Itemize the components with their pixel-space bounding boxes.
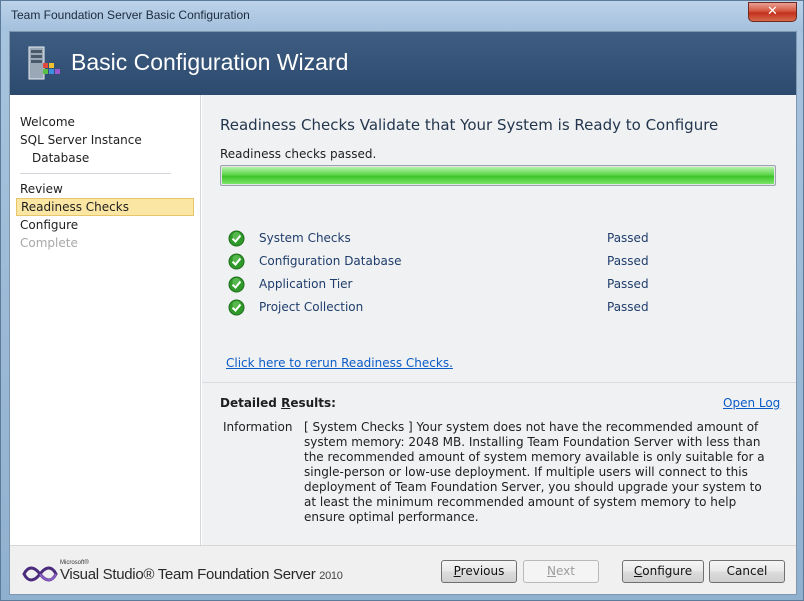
check-passed-icon [228, 253, 245, 270]
wizard-footer: Microsoft® Visual Studio® Team Foundatio… [10, 545, 796, 594]
next-button: Next [523, 560, 599, 583]
main-panel: Readiness Checks Validate that Your Syst… [202, 95, 796, 545]
configure-rest: onfigure [642, 564, 693, 578]
server-icon [28, 46, 60, 80]
check-status: Passed [607, 300, 649, 314]
check-status: Passed [607, 254, 649, 268]
client-area: Basic Configuration Wizard Welcome SQL S… [9, 31, 797, 595]
nav-item-welcome[interactable]: Welcome [20, 113, 75, 131]
check-status: Passed [607, 231, 649, 245]
cancel-button[interactable]: Cancel [709, 560, 785, 583]
next-accel: N [547, 564, 556, 578]
wizard-banner: Basic Configuration Wizard [10, 32, 796, 95]
next-rest: ext [556, 564, 575, 578]
results-title-accel: R [281, 396, 291, 410]
close-button[interactable]: ✕ [748, 2, 797, 22]
window-title: Team Foundation Server Basic Configurati… [11, 8, 250, 22]
page-title: Readiness Checks Validate that Your Syst… [220, 116, 719, 134]
result-severity-label: Information [223, 420, 293, 434]
detailed-results-title: Detailed Results: [220, 396, 336, 410]
check-row-project-collection: Project Collection Passed [228, 298, 788, 318]
progress-bar [220, 165, 776, 186]
wizard-nav: Welcome SQL Server Instance Database Rev… [10, 95, 201, 545]
status-text: Readiness checks passed. [220, 147, 377, 161]
logo-product-name: Visual Studio® Team Foundation Server 20… [60, 566, 343, 583]
check-label: System Checks [259, 231, 351, 245]
check-row-application-tier: Application Tier Passed [228, 275, 788, 295]
progress-fill [222, 167, 774, 184]
configure-button[interactable]: Configure [622, 560, 704, 583]
check-status: Passed [607, 277, 649, 291]
check-label: Application Tier [259, 277, 353, 291]
nav-item-readiness-checks[interactable]: Readiness Checks [16, 198, 194, 216]
nav-separator [20, 173, 171, 174]
wizard-title: Basic Configuration Wizard [71, 49, 349, 75]
previous-button[interactable]: Previous [441, 560, 517, 583]
logo-product-text: Visual Studio® Team Foundation Server [60, 566, 316, 583]
nav-item-sql-server-instance[interactable]: SQL Server Instance [20, 131, 142, 149]
check-row-configuration-database: Configuration Database Passed [228, 252, 788, 272]
check-passed-icon [228, 276, 245, 293]
result-message: [ System Checks ] Your system does not h… [304, 420, 765, 524]
nav-item-configure[interactable]: Configure [20, 216, 78, 234]
rerun-readiness-checks-link[interactable]: Click here to rerun Readiness Checks. [226, 356, 453, 370]
nav-item-review[interactable]: Review [20, 180, 63, 198]
nav-item-database[interactable]: Database [32, 149, 89, 167]
check-passed-icon [228, 299, 245, 316]
logo-year: 2010 [319, 570, 343, 582]
results-separator [202, 382, 796, 383]
previous-accel: P [453, 564, 461, 578]
visual-studio-logo-icon [22, 566, 58, 582]
product-logo: Microsoft® Visual Studio® Team Foundatio… [22, 560, 343, 586]
check-passed-icon [228, 230, 245, 247]
check-label: Project Collection [259, 300, 364, 314]
previous-rest: revious [460, 564, 505, 578]
open-log-link[interactable]: Open Log [723, 396, 780, 410]
wizard-window: Team Foundation Server Basic Configurati… [0, 0, 804, 601]
title-bar[interactable]: Team Foundation Server Basic Configurati… [1, 1, 803, 31]
results-title-prefix: Detailed [220, 396, 282, 410]
check-row-system-checks: System Checks Passed [228, 229, 788, 249]
nav-item-complete: Complete [20, 236, 78, 250]
results-title-suffix: esults: [290, 396, 336, 410]
check-label: Configuration Database [259, 254, 402, 268]
